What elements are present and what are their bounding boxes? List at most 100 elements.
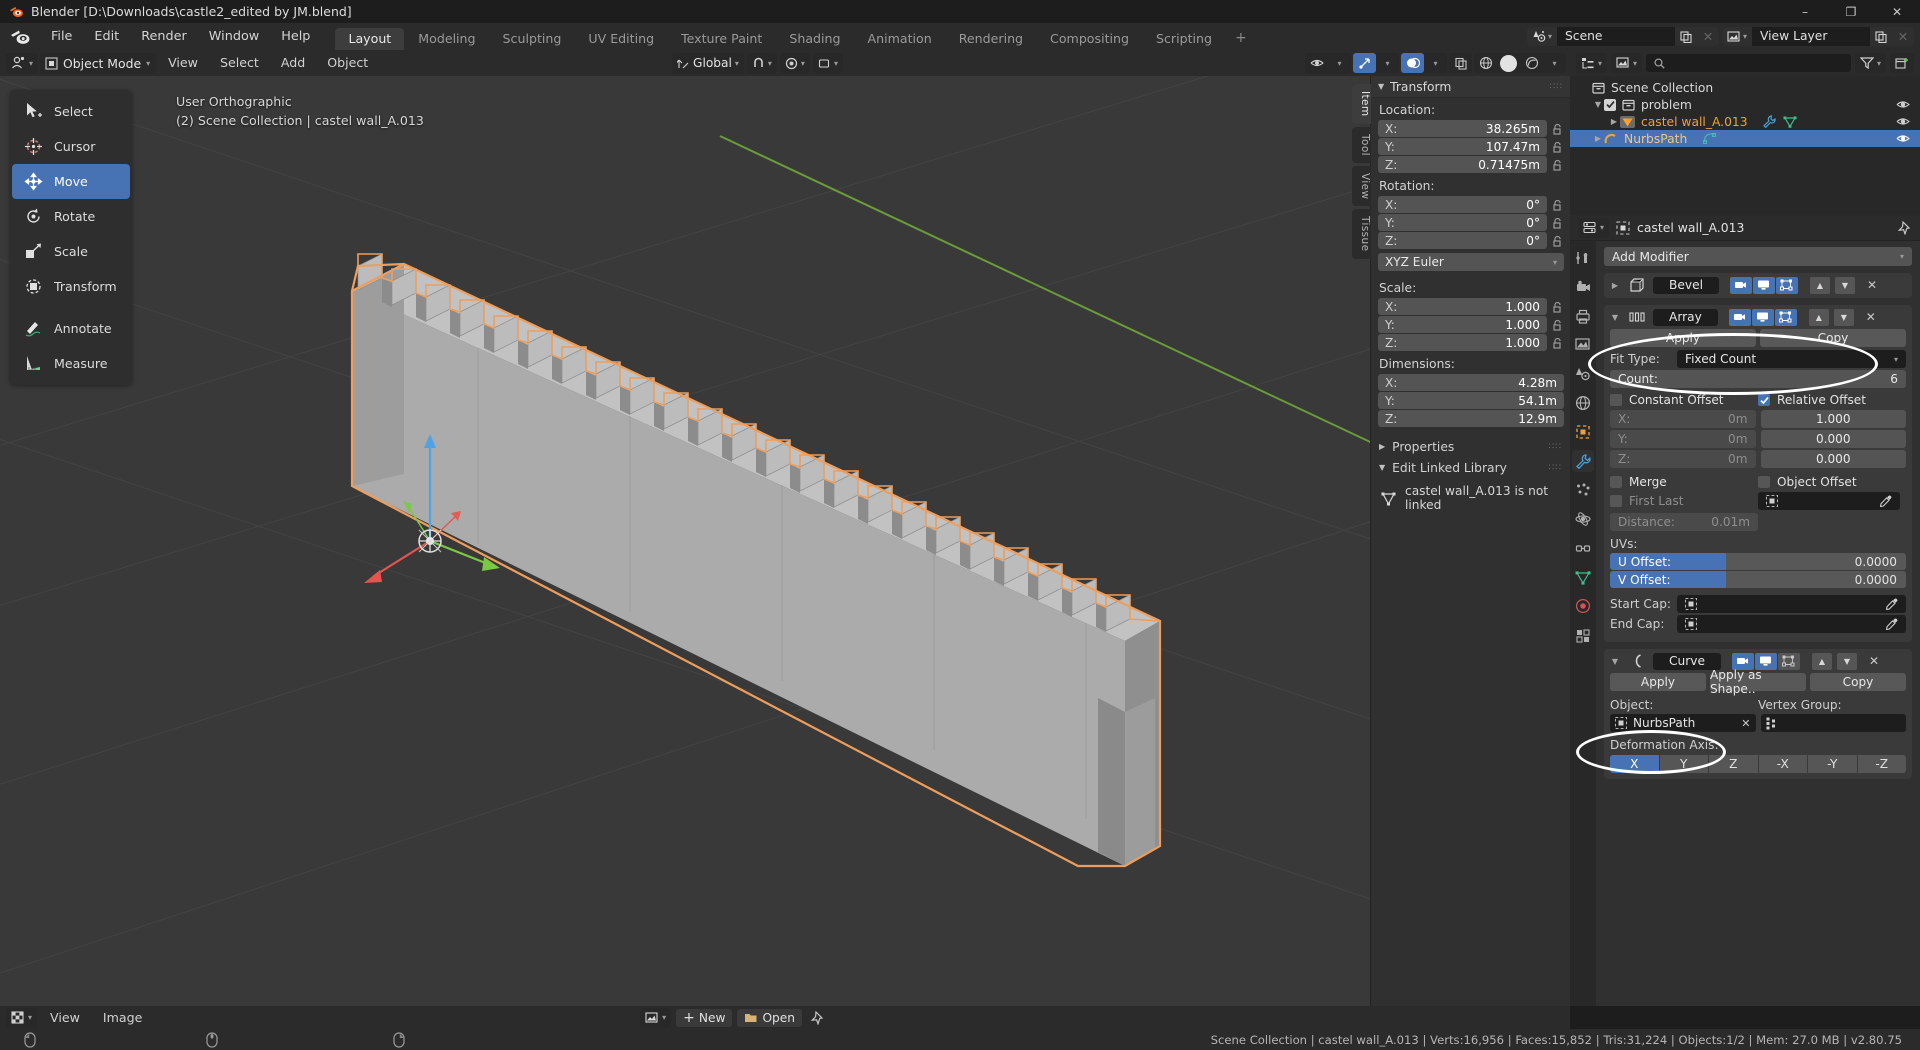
location-x-field[interactable]: X: 38.265m [1378,120,1547,137]
axis-button-x[interactable]: X [1610,755,1659,773]
lock-icon[interactable] [1551,199,1564,211]
properties-tab-output[interactable] [1572,305,1594,327]
scale-x-field[interactable]: X: 1.000 [1378,298,1547,315]
outliner-row-castel-wall[interactable]: ▶ castel wall_A.013 [1570,113,1920,130]
array-delete-button[interactable]: ✕ [1861,309,1881,326]
scale-z-field[interactable]: Z: 1.000 [1378,334,1547,351]
tab-shading[interactable]: Shading [776,28,853,50]
constant-offset-checkbox-group[interactable]: Constant Offset [1610,393,1758,407]
array-viewport-toggle[interactable] [1751,308,1774,326]
edit-linked-library-subpanel-header[interactable]: ▼ Edit Linked Library ∷∷ [1371,457,1570,478]
lock-icon[interactable] [1551,217,1564,229]
scale-x-row[interactable]: X: 1.000 [1371,298,1570,315]
relative-offset-checkbox[interactable] [1758,394,1770,406]
constant-offset-checkbox[interactable] [1610,394,1622,406]
rotation-mode-dropdown[interactable]: XYZ Euler ▾ [1378,253,1564,271]
lock-icon[interactable] [1551,319,1564,331]
tool-move[interactable]: Move [12,164,130,199]
object-visibility-icon[interactable] [1305,53,1328,73]
eye-icon[interactable] [1896,99,1910,110]
unlink-scene-button[interactable]: ✕ [1697,27,1719,46]
curve-viewport-toggle[interactable] [1754,652,1777,670]
tool-select[interactable]: Select [12,94,130,129]
axis-button-y[interactable]: Y [1659,755,1708,773]
modifier-wrench-icon[interactable] [1762,115,1776,128]
menu-window[interactable]: Window [198,23,270,50]
dimensions-y-row[interactable]: Y: 54.1m [1371,392,1570,409]
properties-tab-modifiers[interactable] [1572,450,1594,472]
start-cap-field[interactable] [1677,595,1906,613]
remove-view-layer-button[interactable]: ✕ [1892,27,1914,46]
new-collection-button[interactable] [1890,53,1914,73]
curve-apply-button[interactable]: Apply [1610,673,1706,691]
properties-tab-material[interactable] [1572,595,1594,617]
outliner-search-input[interactable] [1646,54,1851,72]
n-tab-tool[interactable]: Tool [1352,126,1371,163]
image-editor-menu-image[interactable]: Image [93,1008,152,1028]
properties-tab-texture[interactable] [1572,624,1594,646]
properties-tab-physics[interactable] [1572,508,1594,530]
merge-checkbox-group[interactable]: Merge [1610,475,1758,489]
close-button[interactable]: ✕ [1874,0,1920,23]
array-apply-button[interactable]: Apply [1610,329,1756,347]
tool-cursor[interactable]: Cursor [12,129,130,164]
menu-render[interactable]: Render [130,23,198,50]
properties-tab-world[interactable] [1572,392,1594,414]
scene-name[interactable]: Scene [1557,27,1675,46]
properties-tab-constraints[interactable] [1572,537,1594,559]
scale-y-field[interactable]: Y: 1.000 [1378,316,1547,333]
outliner-editor-type-selector[interactable]: ▾ [1576,53,1608,73]
properties-tab-object[interactable] [1572,421,1594,443]
properties-tab-particles[interactable] [1572,479,1594,501]
rotation-y-field[interactable]: Y: 0° [1378,214,1547,231]
scale-z-row[interactable]: Z: 1.000 [1371,334,1570,351]
3d-viewport[interactable]: User Orthographic (2) Scene Collection |… [0,76,1570,1006]
bevel-render-toggle[interactable] [1729,276,1752,294]
curve-data-icon[interactable] [1703,132,1719,145]
curve-apply-as-shape-button[interactable]: Apply as Shape.. [1710,668,1806,696]
tab-uv-editing[interactable]: UV Editing [575,28,667,50]
outliner-row-nurbspath[interactable]: ▶ NurbsPath [1570,130,1920,147]
location-z-field[interactable]: Z: 0.71475m [1378,156,1547,173]
bevel-move-down-button[interactable]: ▼ [1834,276,1855,294]
bevel-viewport-toggle[interactable] [1752,276,1775,294]
constant-offset-z-field[interactable]: Z: 0m [1610,450,1756,468]
modifier-array-header[interactable]: ▼ Array ▲ ▼ ✕ [1604,305,1912,329]
dimensions-y-field[interactable]: Y: 54.1m [1378,392,1564,409]
rotation-z-field[interactable]: Z: 0° [1378,232,1547,249]
object-offset-checkbox-group[interactable]: Object Offset [1758,475,1906,489]
snapping-magnet-button[interactable]: ▾ [746,53,777,73]
array-v-offset-row[interactable]: V Offset: 0.0000 [1604,571,1912,588]
open-image-button[interactable]: Open [737,1008,802,1027]
tab-rendering[interactable]: Rendering [946,28,1036,50]
viewport-menu-object[interactable]: Object [317,53,378,73]
scale-y-row[interactable]: Y: 1.000 [1371,316,1570,333]
image-browse-selector[interactable]: ▾ [640,1007,672,1028]
viewport-menu-view[interactable]: View [158,53,208,73]
disclosure-triangle-icon[interactable]: ▼ [1609,313,1621,322]
proportional-editing-button[interactable]: ▾ [779,53,810,73]
chevron-down-icon[interactable]: ▾ [1328,53,1351,73]
pin-icon[interactable] [1898,220,1912,235]
bevel-delete-button[interactable]: ✕ [1862,277,1882,294]
scene-selector[interactable]: ▾ Scene ✕ [1527,27,1719,46]
tab-modeling[interactable]: Modeling [405,28,488,50]
chevron-down-icon[interactable]: ▾ [1543,53,1566,73]
n-tab-view[interactable]: View [1352,165,1371,207]
solid-shading-button[interactable] [1497,53,1520,73]
dimensions-z-field[interactable]: Z: 12.9m [1378,410,1564,427]
viewport-menu-add[interactable]: Add [271,53,315,73]
tab-layout[interactable]: Layout [335,28,405,50]
array-move-up-button[interactable]: ▲ [1808,308,1829,326]
disclosure-triangle-icon[interactable]: ▼ [1609,657,1621,666]
modifier-curve-name[interactable]: Curve [1653,652,1721,670]
menu-edit[interactable]: Edit [83,23,130,50]
clear-object-icon[interactable]: ✕ [1741,717,1750,730]
array-move-down-button[interactable]: ▼ [1833,308,1854,326]
curve-copy-button[interactable]: Copy [1810,673,1906,691]
curve-render-toggle[interactable] [1731,652,1754,670]
relative-offset-y-field[interactable]: 0.000 [1760,430,1906,448]
pin-icon[interactable] [811,1010,825,1025]
rotation-x-field[interactable]: X: 0° [1378,196,1547,213]
show-overlays-button[interactable] [1401,53,1424,73]
